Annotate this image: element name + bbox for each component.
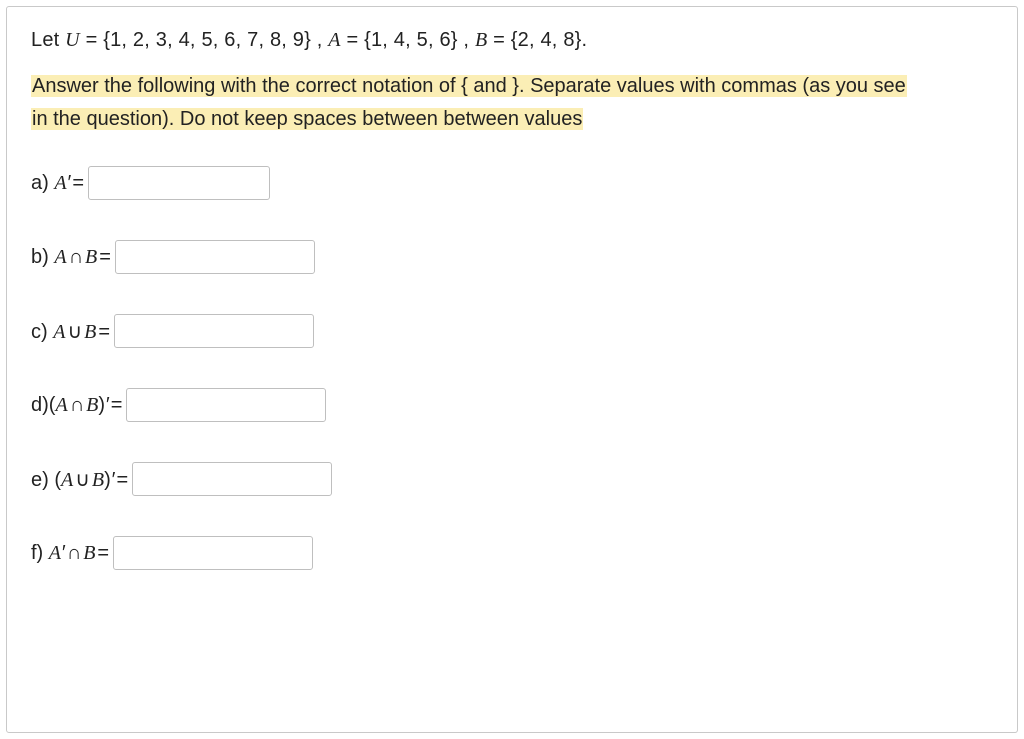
question-b: b) A∩B= (31, 240, 993, 274)
question-b-label: b) A∩B= (31, 246, 113, 269)
question-panel: { "intro": { "prefix": "Let ", "U_var": … (6, 6, 1018, 733)
var-U: U (65, 29, 80, 51)
question-a-label: a) A′= (31, 172, 86, 195)
instructions-line2: in the question). Do not keep spaces bet… (31, 108, 583, 130)
var-B: B (475, 29, 487, 51)
instructions-line1: Answer the following with the correct no… (31, 75, 907, 97)
question-e: e) (A∪B)′= (31, 462, 993, 496)
question-f: f) A′∩B= (31, 536, 993, 570)
answer-b-input[interactable] (115, 240, 315, 274)
question-d-label: d)(A∩B)′= (31, 394, 124, 417)
answer-e-input[interactable] (132, 462, 332, 496)
question-e-label: e) (A∪B)′= (31, 467, 130, 492)
set-A: = {1, 4, 5, 6} , (341, 29, 475, 51)
problem-statement: Let U = {1, 2, 3, 4, 5, 6, 7, 8, 9} , A … (31, 29, 993, 52)
intro-prefix: Let (31, 29, 65, 51)
question-a: a) A′= (31, 166, 993, 200)
instructions: Answer the following with the correct no… (31, 70, 993, 136)
question-f-label: f) A′∩B= (31, 542, 111, 565)
question-c-label: c) A∪B= (31, 319, 112, 344)
var-A: A (328, 29, 340, 51)
answer-a-input[interactable] (88, 166, 270, 200)
answer-c-input[interactable] (114, 314, 314, 348)
question-d: d)(A∩B)′= (31, 388, 993, 422)
answer-f-input[interactable] (113, 536, 313, 570)
question-c: c) A∪B= (31, 314, 993, 348)
set-B: = {2, 4, 8}. (487, 29, 587, 51)
answer-d-input[interactable] (126, 388, 326, 422)
set-U: = {1, 2, 3, 4, 5, 6, 7, 8, 9} , (80, 29, 328, 51)
